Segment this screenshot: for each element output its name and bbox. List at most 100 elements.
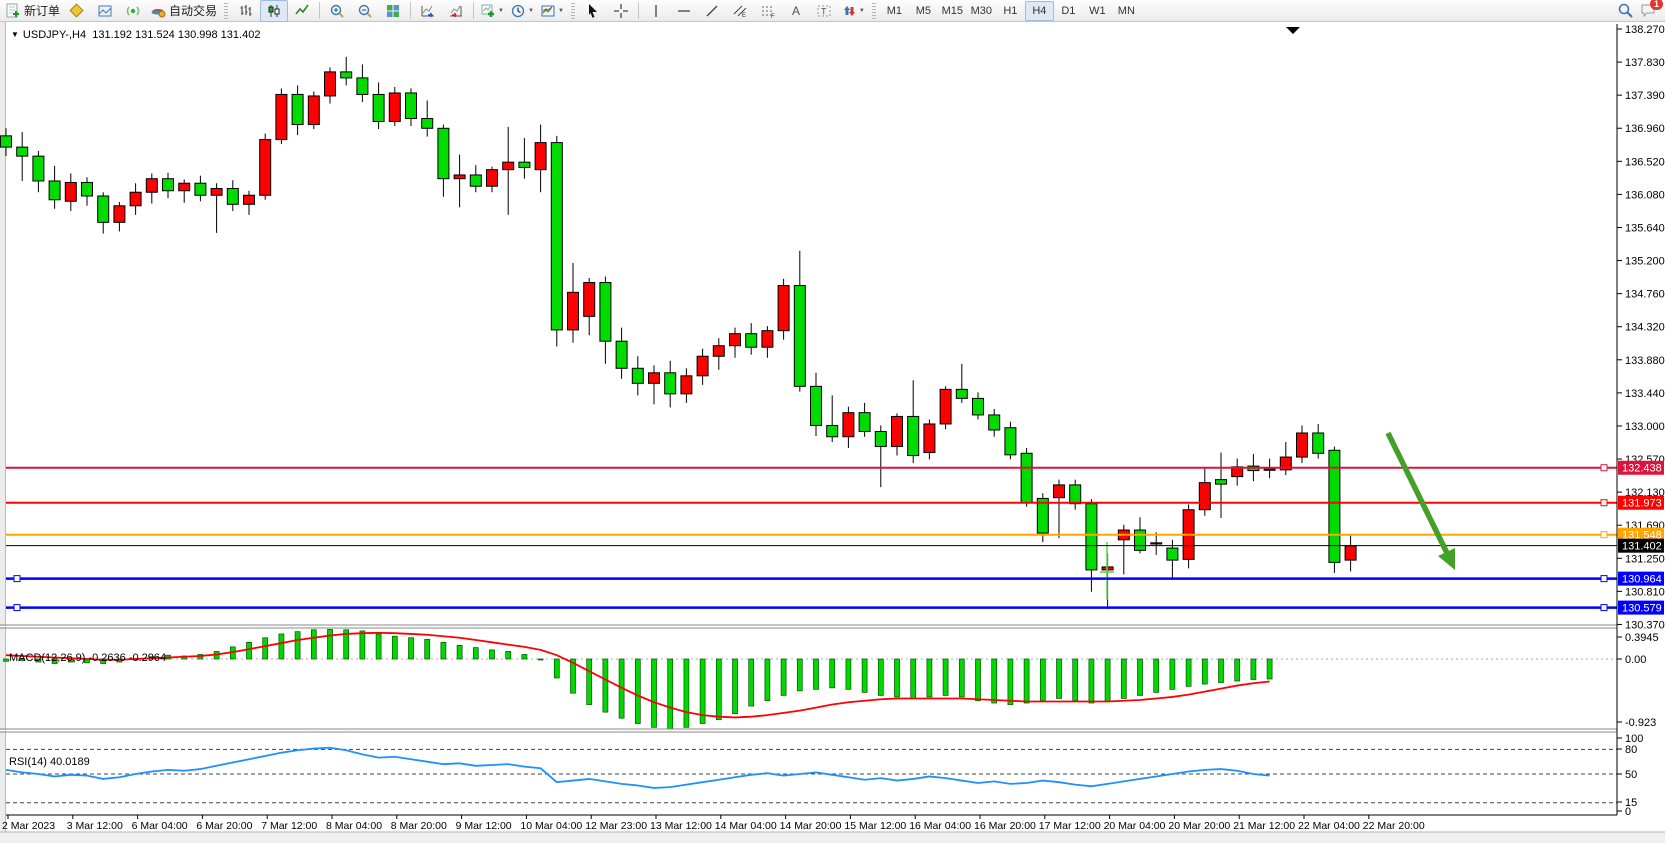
new-chart-button[interactable]: ▼ (477, 0, 507, 22)
tile-windows-icon (385, 3, 401, 19)
price-tick: 130.810 (1625, 586, 1665, 598)
channel-icon: E (732, 3, 748, 19)
time-tick: 13 Mar 12:00 (650, 820, 712, 832)
text-button[interactable]: A (782, 0, 810, 22)
new-chart-icon (480, 3, 496, 19)
time-tick: 16 Mar 04:00 (909, 820, 971, 832)
chevron-down-icon[interactable]: ▼ (558, 8, 564, 14)
timeframe-mn-button[interactable]: MN (1112, 1, 1141, 21)
periods-button[interactable]: ▼ (507, 0, 537, 22)
candlestick-chart-button[interactable] (260, 0, 288, 22)
chevron-down-icon[interactable]: ▼ (11, 30, 19, 39)
bar-chart-button[interactable] (232, 0, 260, 22)
timeframe-d1-button[interactable]: D1 (1054, 1, 1083, 21)
chat-button[interactable]: 1 (1640, 2, 1657, 19)
chevron-down-icon[interactable]: ▼ (859, 8, 865, 14)
chevron-down-icon[interactable]: ▼ (498, 8, 504, 14)
search-button[interactable] (1617, 2, 1634, 19)
cursor-button[interactable] (579, 0, 607, 22)
arrows-button[interactable]: ▼ (838, 0, 868, 22)
zoom-in-icon (329, 3, 345, 19)
fibo-icon: F (760, 3, 776, 19)
crosshair-button[interactable] (607, 0, 635, 22)
equidistant-channel-button[interactable]: E (726, 0, 754, 22)
navigator-button[interactable] (91, 0, 119, 22)
auto-trading-label: 自动交易 (169, 2, 217, 19)
line-chart-button[interactable] (288, 0, 316, 22)
price-tick: 134.320 (1625, 322, 1665, 334)
time-tick: 21 Mar 12:00 (1233, 820, 1295, 832)
templates-button[interactable]: ▼ (537, 0, 567, 22)
bar-chart-icon (238, 3, 254, 19)
fibonacci-button[interactable]: F (754, 0, 782, 22)
clock-icon (510, 3, 526, 19)
chevron-down-icon[interactable]: ▼ (528, 8, 534, 14)
timeframe-m1-button[interactable]: M1 (880, 1, 909, 21)
zoom-out-button[interactable] (351, 0, 379, 22)
timeframe-m15-button[interactable]: M15 (938, 1, 967, 21)
main-toolbar: 新订单 自动交易 ▼ ▼ ▼ EF A T ▼ M1M5M15M30H1H4D1W1MN 1 (0, 0, 1665, 22)
navigator-icon (97, 3, 113, 19)
chart-canvas[interactable]: 138.270137.830137.390136.960136.520136.0… (0, 22, 1665, 843)
timeframe-w1-button[interactable]: W1 (1083, 1, 1112, 21)
market-watch-button[interactable] (63, 0, 91, 22)
timeframe-m30-button[interactable]: M30 (967, 1, 996, 21)
price-tick: 135.200 (1625, 256, 1665, 268)
price-line-label: 130.964 (1618, 572, 1664, 586)
signal-icon (125, 3, 141, 19)
svg-text:131.973: 131.973 (1622, 498, 1662, 510)
price-tick: 130.370 (1625, 619, 1665, 631)
time-tick: 10 Mar 04:00 (520, 820, 582, 832)
rsi-axis-label: 0 (1625, 806, 1631, 818)
chart-shift-button[interactable] (442, 0, 470, 22)
price-tick: 133.880 (1625, 355, 1665, 367)
vertical-line-button[interactable] (642, 0, 670, 22)
time-tick: 2 Mar 2023 (2, 820, 55, 832)
time-tick: 3 Mar 12:00 (67, 820, 123, 832)
notification-badge: 1 (1650, 0, 1663, 10)
data-signal-button[interactable] (119, 0, 147, 22)
time-tick: 14 Mar 20:00 (780, 820, 842, 832)
price-tick: 136.520 (1625, 156, 1665, 168)
timeframe-h1-button[interactable]: H1 (996, 1, 1025, 21)
price-line-label: 130.579 (1618, 601, 1664, 615)
auto-scroll-button[interactable] (414, 0, 442, 22)
svg-text:131.402: 131.402 (1622, 541, 1662, 553)
timeframe-m5-button[interactable]: M5 (909, 1, 938, 21)
toolbar-grip (872, 3, 876, 19)
price-tick: 135.640 (1625, 222, 1665, 234)
timeframe-h4-button[interactable]: H4 (1025, 1, 1054, 21)
new-order-button[interactable]: 新订单 (2, 0, 63, 22)
trendline-button[interactable] (698, 0, 726, 22)
text-label-button[interactable]: T (810, 0, 838, 22)
tile-windows-button[interactable] (379, 0, 407, 22)
time-tick: 22 Mar 20:00 (1363, 820, 1425, 832)
horizontal-line-button[interactable] (670, 0, 698, 22)
crosshair-icon (613, 3, 629, 19)
zoom-in-button[interactable] (323, 0, 351, 22)
svg-text:T: T (821, 6, 827, 16)
svg-text:130.964: 130.964 (1622, 574, 1662, 586)
macd-axis-label: 0.00 (1625, 654, 1646, 666)
time-tick: 6 Mar 04:00 (132, 820, 188, 832)
macd-axis-label: -0.923 (1625, 717, 1656, 729)
chart-shift-icon (448, 3, 464, 19)
new-order-label: 新订单 (24, 2, 60, 19)
auto-trading-button[interactable]: 自动交易 (147, 0, 220, 22)
price-tick: 134.760 (1625, 289, 1665, 301)
svg-text:A: A (792, 4, 800, 18)
time-tick: 8 Mar 20:00 (391, 820, 447, 832)
chart-title: ▼USDJPY-,H4 131.192 131.524 130.998 131.… (11, 29, 260, 41)
time-tick: 6 Mar 20:00 (196, 820, 252, 832)
svg-text:132.438: 132.438 (1622, 463, 1662, 475)
cursor-icon (585, 3, 601, 19)
price-tick: 133.000 (1625, 421, 1665, 433)
toolbar-grip (571, 3, 575, 19)
price-line-label: 131.973 (1618, 496, 1664, 510)
search-icon (1617, 2, 1634, 19)
time-tick: 14 Mar 04:00 (715, 820, 777, 832)
chart-symbol-period: USDJPY-,H4 (23, 29, 86, 41)
toolbar-separator (319, 2, 320, 19)
candlestick-icon (266, 3, 282, 19)
time-tick: 22 Mar 04:00 (1298, 820, 1360, 832)
